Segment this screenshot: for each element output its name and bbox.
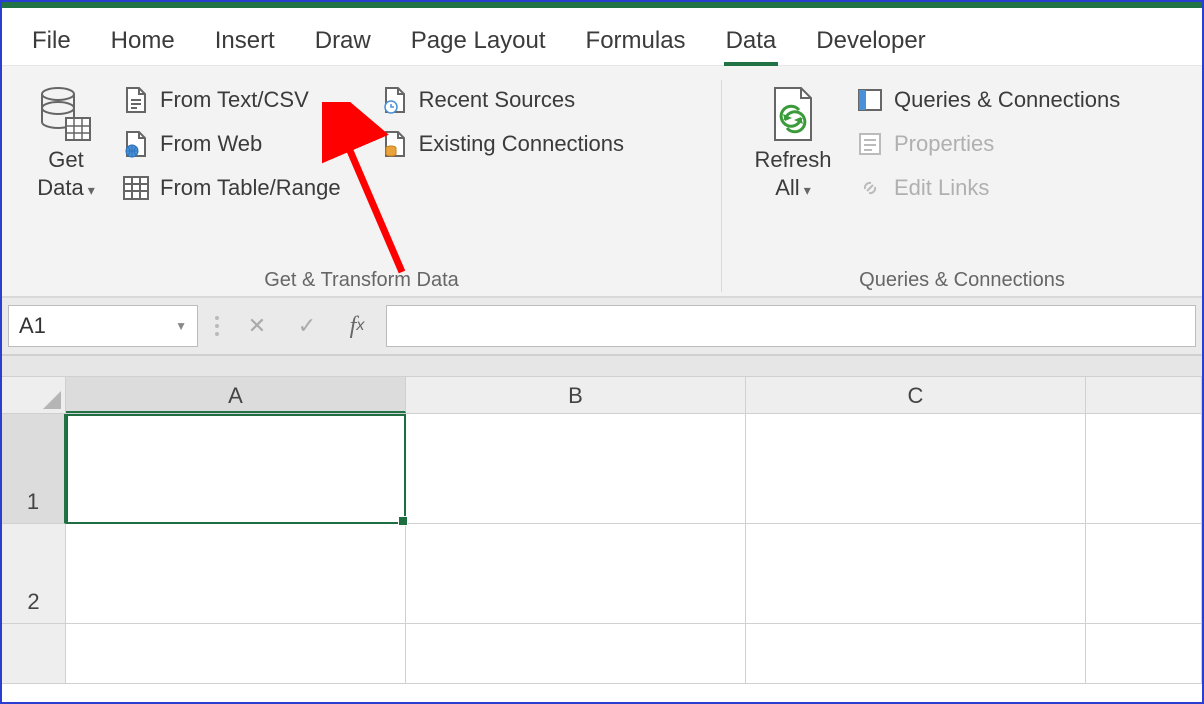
recent-sources-label: Recent Sources [419,87,576,113]
table-icon [122,174,150,202]
cell-d2[interactable] [1086,524,1202,624]
cell-c1[interactable] [746,414,1086,524]
file-globe-icon [122,130,150,158]
panel-icon [856,86,884,114]
cell-c2[interactable] [746,524,1086,624]
drag-handle-icon[interactable] [206,316,228,336]
file-text-icon [122,86,150,114]
chevron-down-icon[interactable]: ▼ [175,319,187,333]
formula-input[interactable] [386,305,1196,347]
ribbon-group-queries-connections: Refresh All▾ Queries & Connections Prope… [722,80,1202,292]
from-web-button[interactable]: From Web [120,128,343,160]
file-clock-icon [381,86,409,114]
cell-a2[interactable] [66,524,406,624]
row-3 [2,624,1202,684]
column-header-a[interactable]: A [66,377,406,413]
tab-page-layout[interactable]: Page Layout [391,21,566,65]
from-table-range-label: From Table/Range [160,175,341,201]
cancel-formula-button: ✕ [236,305,278,347]
cell-d3[interactable] [1086,624,1202,684]
select-all-corner[interactable] [2,377,66,413]
worksheet-grid[interactable]: A B C 1 2 [2,376,1202,684]
get-data-button[interactable]: Get Data▾ [18,80,114,201]
queries-connections-button[interactable]: Queries & Connections [854,84,1122,116]
row-2: 2 [2,524,1202,624]
tab-draw[interactable]: Draw [295,21,391,65]
row-header-2[interactable]: 2 [2,524,66,624]
tab-formulas[interactable]: Formulas [566,21,706,65]
name-box[interactable]: A1 ▼ [8,305,198,347]
enter-formula-button: ✓ [286,305,328,347]
ribbon: Get Data▾ From Text/CSV From Web [2,66,1202,298]
tab-developer[interactable]: Developer [796,21,945,65]
tab-insert[interactable]: Insert [195,21,295,65]
column-header-c[interactable]: C [746,377,1086,413]
get-data-label: Get Data▾ [37,146,95,201]
row-header-3[interactable] [2,624,66,684]
column-header-b[interactable]: B [406,377,746,413]
ribbon-tabs: File Home Insert Draw Page Layout Formul… [2,8,1202,66]
chevron-down-icon: ▾ [88,182,95,198]
refresh-icon [765,84,821,146]
tab-data[interactable]: Data [706,21,797,65]
edit-links-button: Edit Links [854,172,1122,204]
recent-sources-button[interactable]: Recent Sources [379,84,626,116]
column-headers: A B C [2,376,1202,414]
link-icon [856,174,884,202]
ribbon-group-get-transform: Get Data▾ From Text/CSV From Web [2,80,722,292]
from-text-csv-button[interactable]: From Text/CSV [120,84,343,116]
properties-button: Properties [854,128,1122,160]
row-1: 1 [2,414,1202,524]
queries-connections-label: Queries & Connections [894,87,1120,113]
row-header-1[interactable]: 1 [2,414,66,524]
properties-icon [856,130,884,158]
formula-bar: A1 ▼ ✕ ✓ fx [2,298,1202,356]
column-header-d[interactable] [1086,377,1202,413]
from-table-range-button[interactable]: From Table/Range [120,172,343,204]
chevron-down-icon: ▾ [804,182,811,198]
refresh-all-button[interactable]: Refresh All▾ [738,80,848,201]
insert-function-button[interactable]: fx [336,305,378,347]
cell-b1[interactable] [406,414,746,524]
cell-d1[interactable] [1086,414,1202,524]
cell-c3[interactable] [746,624,1086,684]
from-web-label: From Web [160,131,262,157]
cell-b2[interactable] [406,524,746,624]
edit-links-label: Edit Links [894,175,989,201]
file-database-icon [381,130,409,158]
tab-file[interactable]: File [12,21,91,65]
name-box-value: A1 [19,313,46,339]
existing-connections-button[interactable]: Existing Connections [379,128,626,160]
cell-a3[interactable] [66,624,406,684]
existing-connections-label: Existing Connections [419,131,624,157]
tab-home[interactable]: Home [91,21,195,65]
group-label-get-transform: Get & Transform Data [18,265,705,292]
properties-label: Properties [894,131,994,157]
group-label-queries-connections: Queries & Connections [738,265,1186,292]
database-icon [38,84,94,146]
cell-a1[interactable] [66,414,406,524]
refresh-all-label: Refresh All▾ [754,146,831,201]
from-text-csv-label: From Text/CSV [160,87,309,113]
cell-b3[interactable] [406,624,746,684]
sheet-gap [2,356,1202,376]
